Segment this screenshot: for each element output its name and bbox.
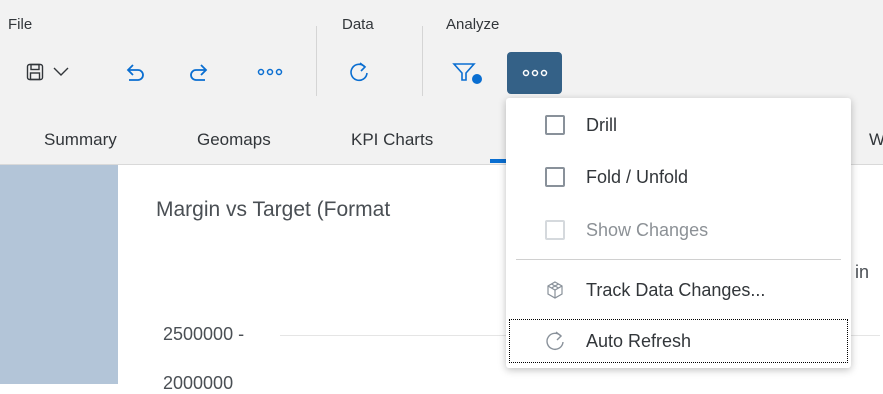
y-tick-label: 2500000 - bbox=[163, 324, 245, 344]
file-group-label: File bbox=[8, 16, 33, 33]
checkbox-icon bbox=[544, 219, 566, 241]
menu-item-track-data-changes[interactable]: Track Data Changes... bbox=[506, 265, 851, 315]
chevron-down-icon[interactable] bbox=[50, 54, 72, 90]
analyze-group-label: Analyze bbox=[446, 16, 500, 33]
checkbox-icon[interactable] bbox=[544, 166, 566, 188]
chart-title: Margin vs Target (Format bbox=[156, 198, 391, 221]
more-icon bbox=[522, 69, 547, 77]
tab-geomaps[interactable]: Geomaps bbox=[197, 130, 271, 150]
save-icon[interactable] bbox=[24, 54, 46, 90]
toolbar-separator bbox=[422, 26, 423, 96]
menu-item-label: Auto Refresh bbox=[586, 330, 692, 351]
tab-kpi-charts[interactable]: KPI Charts bbox=[351, 130, 433, 150]
toolbar-separator bbox=[316, 26, 317, 96]
undo-icon[interactable] bbox=[122, 54, 148, 90]
tab-summary[interactable]: Summary bbox=[44, 130, 117, 150]
menu-item-label: Drill bbox=[586, 114, 617, 135]
menu-item-show-changes: Show Changes bbox=[506, 205, 851, 255]
checkbox-icon[interactable] bbox=[544, 114, 566, 136]
more-icon[interactable] bbox=[256, 54, 284, 90]
menu-item-auto-refresh[interactable]: Auto Refresh bbox=[506, 316, 851, 366]
menu-item-label: Track Data Changes... bbox=[586, 279, 766, 300]
menu-item-drill[interactable]: Drill bbox=[506, 100, 851, 150]
menu-separator bbox=[516, 259, 841, 260]
menu-item-label: Show Changes bbox=[586, 219, 709, 240]
analyze-more-menu: Drill Fold / Unfold Show Changes Track D… bbox=[506, 98, 851, 368]
tab-partial[interactable]: W bbox=[869, 130, 883, 150]
cube-icon bbox=[544, 279, 566, 301]
filter-icon[interactable] bbox=[450, 54, 486, 90]
refresh-icon bbox=[544, 330, 566, 352]
redo-icon[interactable] bbox=[186, 54, 212, 90]
data-group-label: Data bbox=[342, 16, 374, 33]
menu-item-label: Fold / Unfold bbox=[586, 166, 689, 187]
analyze-more-button[interactable] bbox=[507, 52, 562, 94]
menu-item-fold-unfold[interactable]: Fold / Unfold bbox=[506, 152, 851, 202]
refresh-icon[interactable] bbox=[346, 54, 372, 90]
chart-legend-fragment: in bbox=[855, 262, 870, 282]
left-panel bbox=[0, 165, 118, 384]
